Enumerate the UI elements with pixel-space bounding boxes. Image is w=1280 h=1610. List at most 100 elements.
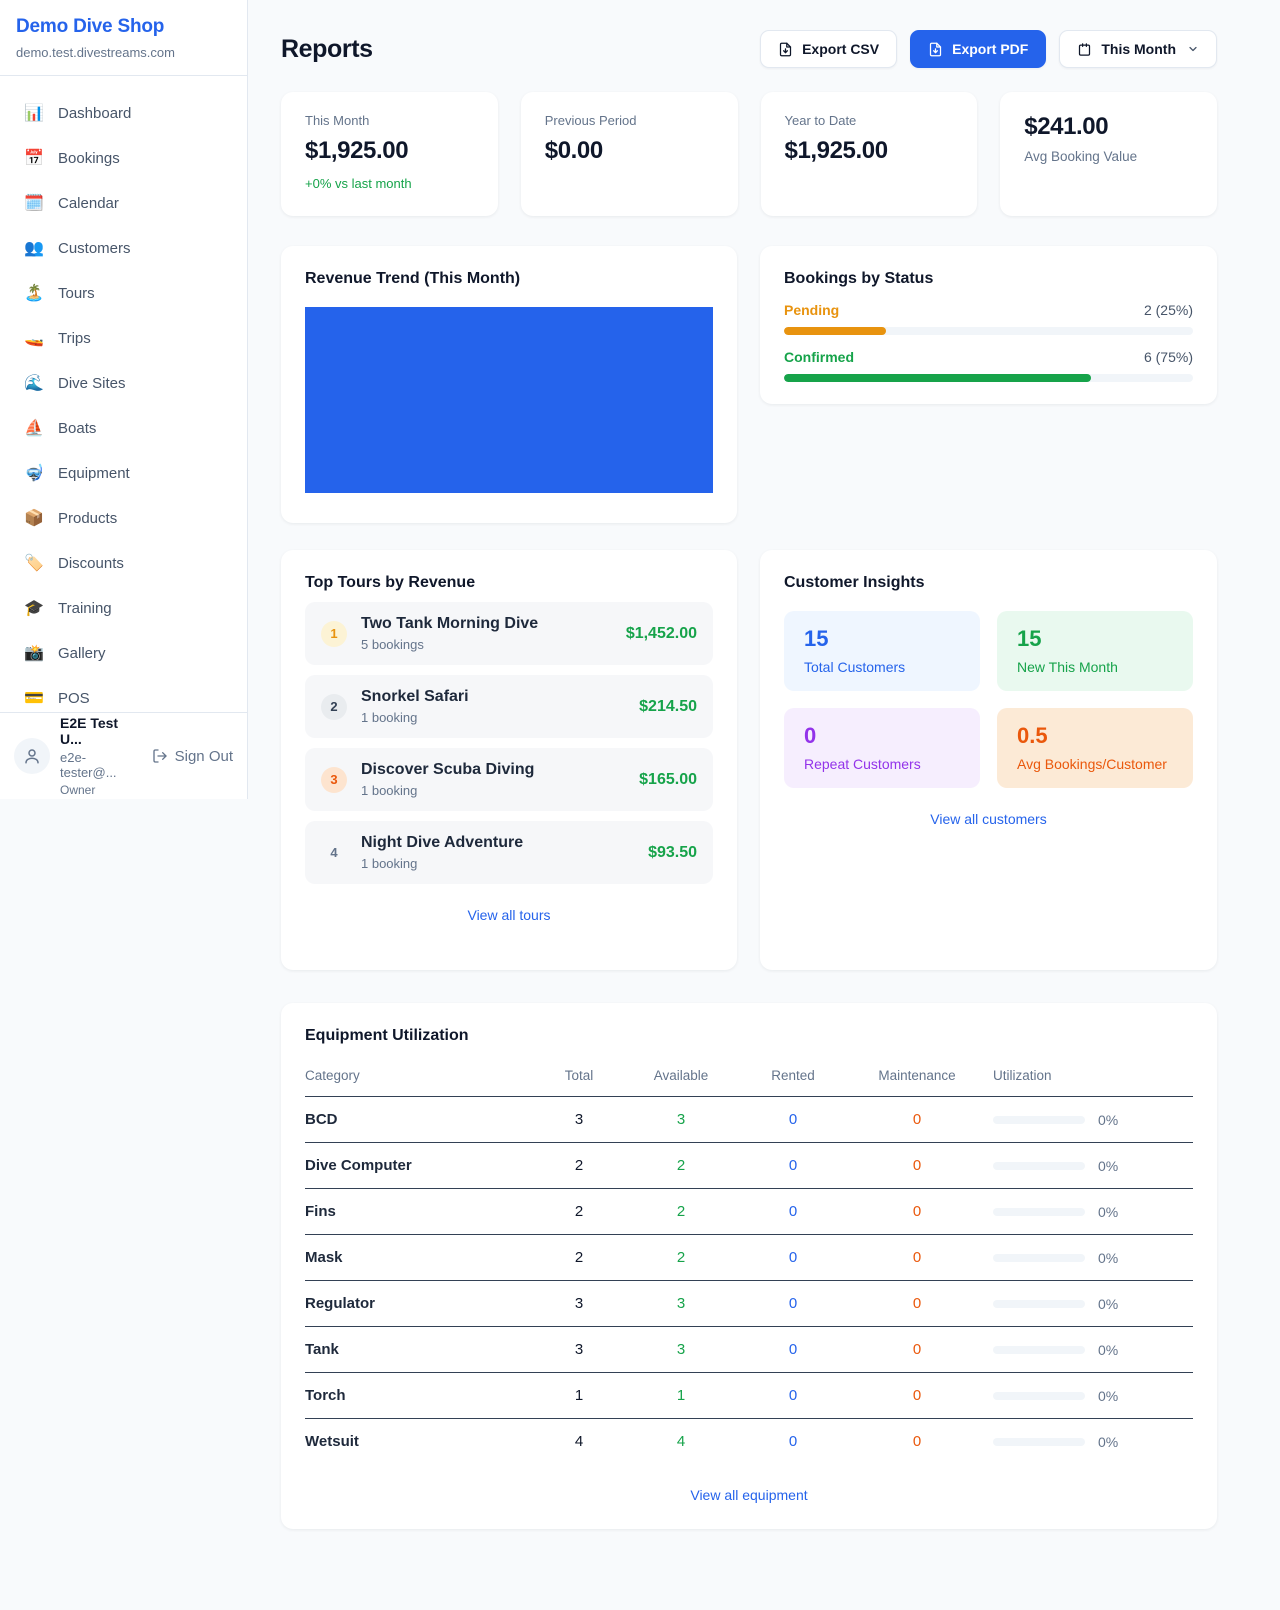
sidebar-item-label: POS bbox=[58, 690, 90, 707]
sidebar-item-label: Discounts bbox=[58, 555, 124, 572]
utilization-percent: 0% bbox=[1098, 1112, 1118, 1128]
utilization-bar bbox=[993, 1300, 1085, 1308]
insights-row: Top Tours by Revenue 1 Two Tank Morning … bbox=[281, 550, 1217, 970]
export-pdf-button[interactable]: Export PDF bbox=[910, 30, 1046, 68]
sidebar-item-label: Products bbox=[58, 510, 117, 527]
view-all-customers-link[interactable]: View all customers bbox=[784, 811, 1193, 827]
sidebar-item-customers[interactable]: 👥Customers bbox=[12, 229, 235, 267]
sidebar-item-label: Tours bbox=[58, 285, 95, 302]
tour-name: Snorkel Safari bbox=[361, 688, 625, 706]
stat-card-previous-period: Previous Period $0.00 bbox=[521, 92, 738, 216]
diving-mask-icon: 🤿 bbox=[24, 463, 44, 483]
equipment-rented: 0 bbox=[737, 1189, 849, 1235]
status-row-pending: Pending 2 (25%) bbox=[784, 302, 1193, 335]
export-csv-button[interactable]: Export CSV bbox=[760, 30, 897, 68]
tour-name: Two Tank Morning Dive bbox=[361, 615, 612, 633]
tag-icon: 🏷️ bbox=[24, 553, 44, 573]
user-name: E2E Test U... bbox=[60, 715, 142, 747]
sign-out-button[interactable]: Sign Out bbox=[152, 748, 233, 765]
sidebar-item-label: Dashboard bbox=[58, 105, 131, 122]
tile-avg-bookings-customer: 0.5 Avg Bookings/Customer bbox=[997, 708, 1193, 788]
list-item: 1 Two Tank Morning Dive5 bookings $1,452… bbox=[305, 602, 713, 665]
period-label: This Month bbox=[1101, 41, 1176, 57]
sidebar-item-products[interactable]: 📦Products bbox=[12, 499, 235, 537]
rank-badge: 1 bbox=[321, 621, 347, 647]
equipment-total: 2 bbox=[533, 1189, 625, 1235]
stat-label: Year to Date bbox=[785, 113, 954, 128]
status-label: Confirmed bbox=[784, 349, 854, 365]
view-all-equipment-link[interactable]: View all equipment bbox=[305, 1487, 1193, 1503]
top-tours-card: Top Tours by Revenue 1 Two Tank Morning … bbox=[281, 550, 737, 970]
sidebar-item-training[interactable]: 🎓Training bbox=[12, 589, 235, 627]
wave-icon: 🌊 bbox=[24, 373, 44, 393]
view-all-tours-link[interactable]: View all tours bbox=[305, 907, 713, 923]
utilization-bar bbox=[993, 1392, 1085, 1400]
equipment-total: 3 bbox=[533, 1097, 625, 1143]
list-item: 2 Snorkel Safari1 booking $214.50 bbox=[305, 675, 713, 738]
sidebar-item-boats[interactable]: ⛵Boats bbox=[12, 409, 235, 447]
equipment-category: Dive Computer bbox=[305, 1143, 533, 1189]
status-label: Pending bbox=[784, 302, 839, 318]
status-count: 6 (75%) bbox=[1144, 349, 1193, 365]
equipment-category: Wetsuit bbox=[305, 1419, 533, 1465]
rank-badge: 4 bbox=[321, 840, 347, 866]
people-icon: 👥 bbox=[24, 238, 44, 258]
table-row: BCD 3 3 0 0 0% bbox=[305, 1097, 1193, 1143]
brand-block: Demo Dive Shop demo.test.divestreams.com bbox=[0, 0, 247, 76]
utilization-bar bbox=[993, 1346, 1085, 1354]
table-row: Torch 1 1 0 0 0% bbox=[305, 1373, 1193, 1419]
sidebar-item-bookings[interactable]: 📅Bookings bbox=[12, 139, 235, 177]
equipment-total: 2 bbox=[533, 1235, 625, 1281]
speedboat-icon: 🚤 bbox=[24, 328, 44, 348]
calendar-icon: 🗓️ bbox=[24, 193, 44, 213]
table-row: Wetsuit 4 4 0 0 0% bbox=[305, 1419, 1193, 1465]
equipment-rented: 0 bbox=[737, 1281, 849, 1327]
insight-tiles: 15 Total Customers 15 New This Month 0 R… bbox=[784, 611, 1193, 788]
user-role: Owner bbox=[60, 783, 142, 797]
equipment-utilization-card: Equipment Utilization Category Total Ava… bbox=[281, 1003, 1217, 1529]
user-panel: E2E Test U... e2e-tester@... Owner Sign … bbox=[0, 712, 247, 799]
tile-value: 0.5 bbox=[1017, 723, 1173, 749]
tour-revenue: $93.50 bbox=[648, 844, 697, 862]
sidebar-item-label: Dive Sites bbox=[58, 375, 126, 392]
equipment-total: 3 bbox=[533, 1327, 625, 1373]
island-icon: 🏝️ bbox=[24, 283, 44, 303]
period-dropdown[interactable]: This Month bbox=[1059, 30, 1217, 68]
equipment-available: 2 bbox=[625, 1235, 737, 1281]
sidebar-item-label: Boats bbox=[58, 420, 96, 437]
page-header: Reports Export CSV Export PDF This Month bbox=[281, 30, 1217, 68]
tile-value: 0 bbox=[804, 723, 960, 749]
sidebar-item-dive-sites[interactable]: 🌊 Dive Sites bbox=[12, 364, 235, 402]
tour-revenue: $1,452.00 bbox=[626, 625, 697, 643]
utilization-bar bbox=[993, 1254, 1085, 1262]
export-pdf-label: Export PDF bbox=[952, 41, 1028, 57]
tile-value: 15 bbox=[1017, 626, 1173, 652]
equipment-total: 1 bbox=[533, 1373, 625, 1419]
tour-bookings: 1 booking bbox=[361, 856, 634, 871]
camera-icon: 📸 bbox=[24, 643, 44, 663]
tile-repeat-customers: 0 Repeat Customers bbox=[784, 708, 980, 788]
tour-revenue: $165.00 bbox=[639, 771, 697, 789]
sidebar-item-discounts[interactable]: 🏷️ Discounts bbox=[12, 544, 235, 582]
sidebar-item-label: Bookings bbox=[58, 150, 120, 167]
shop-name: Demo Dive Shop bbox=[16, 16, 231, 38]
card-title: Bookings by Status bbox=[784, 270, 1193, 288]
equipment-rented: 0 bbox=[737, 1235, 849, 1281]
sidebar-item-label: Calendar bbox=[58, 195, 119, 212]
user-info: E2E Test U... e2e-tester@... Owner bbox=[60, 715, 142, 797]
sidebar-item-calendar[interactable]: 🗓️ Calendar bbox=[12, 184, 235, 222]
sidebar-item-gallery[interactable]: 📸Gallery bbox=[12, 634, 235, 672]
person-icon bbox=[23, 747, 41, 765]
sidebar-item-trips[interactable]: 🚤Trips bbox=[12, 319, 235, 357]
sidebar-item-tours[interactable]: 🏝️ Tours bbox=[12, 274, 235, 312]
table-row: Tank 3 3 0 0 0% bbox=[305, 1327, 1193, 1373]
utilization-percent: 0% bbox=[1098, 1342, 1118, 1358]
utilization-bar bbox=[993, 1208, 1085, 1216]
sidebar-item-equipment[interactable]: 🤿Equipment bbox=[12, 454, 235, 492]
sidebar-item-dashboard[interactable]: 📊Dashboard bbox=[12, 94, 235, 132]
column-header: Utilization bbox=[985, 1058, 1193, 1097]
equipment-maintenance: 0 bbox=[849, 1327, 985, 1373]
file-download-icon bbox=[928, 42, 943, 57]
table-row: Regulator 3 3 0 0 0% bbox=[305, 1281, 1193, 1327]
stat-value: $0.00 bbox=[545, 137, 714, 165]
